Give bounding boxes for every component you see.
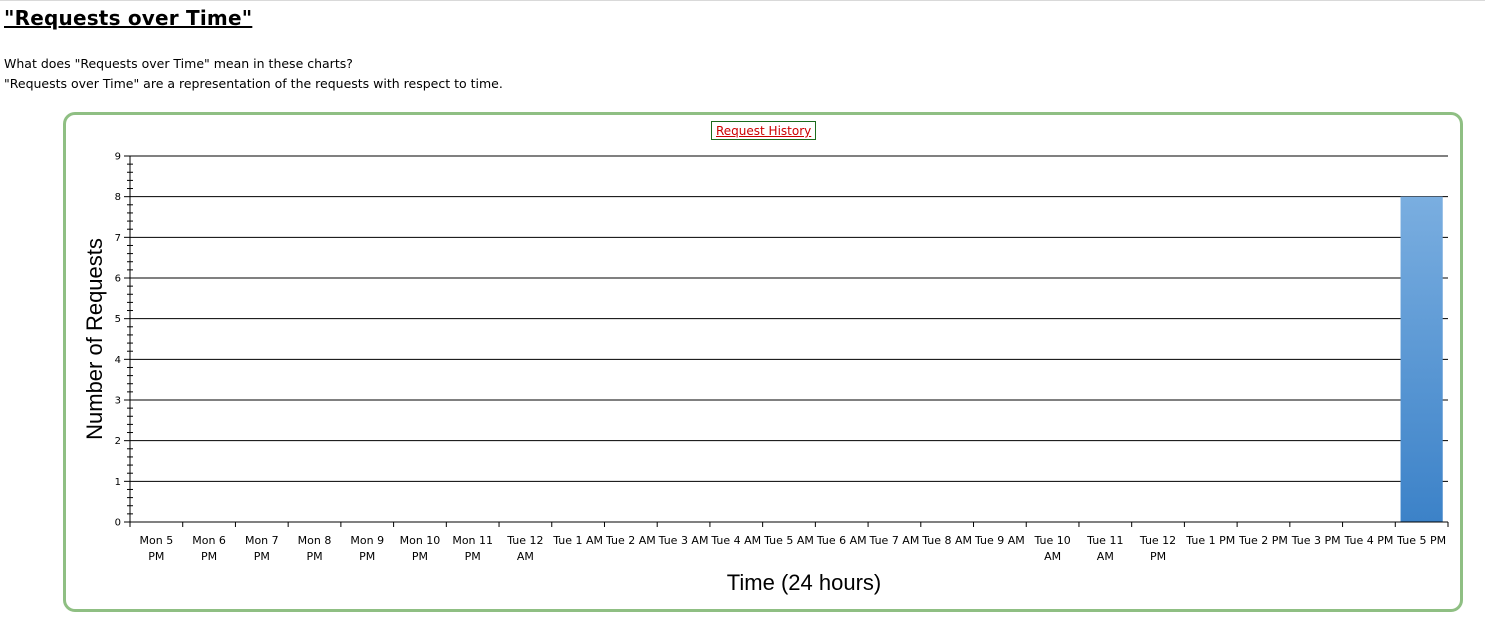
x-tick-label: Mon 9 PM — [350, 534, 384, 563]
requests-over-time-chart: 0 1 2 3 4 5 6 7 8 9 Mon 5 PM Mon 6 PM Mon 7 PM Mon 8 PM Mo… — [82, 152, 1449, 595]
y-tick-label: 0 — [115, 518, 121, 529]
x-tick-label: Tue 3 PM — [1291, 534, 1341, 547]
x-tick-label: Mon 11 PM — [452, 534, 493, 563]
y-tick-label: 2 — [115, 436, 121, 447]
y-axis-title: Number of Requests — [82, 238, 107, 440]
x-tick-label: Tue 2 PM — [1238, 534, 1288, 547]
x-tick-label: Mon 10 PM — [400, 534, 441, 563]
x-tick-label: Tue 5 PM — [1396, 534, 1446, 547]
y-tick-label: 6 — [115, 274, 121, 285]
x-tick-label: Tue 1 PM — [1185, 534, 1235, 547]
y-tick-label: 5 — [115, 314, 121, 325]
y-tick-label: 1 — [115, 477, 121, 488]
x-tick-label: Tue 2 AM — [605, 534, 656, 547]
x-tick-label: Tue 7 AM — [869, 534, 920, 547]
x-tick-label: Tue 5 AM — [763, 534, 814, 547]
x-tick-label: Tue 3 AM — [658, 534, 709, 547]
x-tick-label: Tue 9 AM — [974, 534, 1025, 547]
x-tick-label: Tue 10 AM — [1033, 534, 1070, 563]
legend-request-history[interactable]: Request History — [711, 121, 817, 140]
x-tick-label: Tue 8 AM — [921, 534, 972, 547]
x-tick-label: Tue 12 PM — [1139, 534, 1176, 563]
y-tick-label: 8 — [115, 192, 121, 203]
y-tick-label: 7 — [115, 233, 121, 244]
x-tick-label: Tue 4 PM — [1343, 534, 1393, 547]
y-tick-label: 4 — [115, 355, 121, 366]
x-tick-label: Tue 11 AM — [1086, 534, 1123, 563]
y-tick-label: 9 — [115, 152, 121, 163]
x-tick-label: Tue 6 AM — [816, 534, 867, 547]
x-axis-title: Time (24 hours) — [727, 570, 881, 595]
x-tick-label: Mon 7 PM — [245, 534, 279, 563]
x-tick-label: Tue 1 AM — [552, 534, 603, 547]
x-tick-label: Mon 6 PM — [192, 534, 226, 563]
y-tick-label: 3 — [115, 396, 121, 407]
x-tick-label: Mon 5 PM — [140, 534, 174, 563]
x-tick-label: Mon 8 PM — [298, 534, 332, 563]
x-tick-label: Tue 4 AM — [710, 534, 761, 547]
x-tick-label: Tue 12 AM — [506, 534, 543, 563]
bar — [1400, 196, 1443, 522]
